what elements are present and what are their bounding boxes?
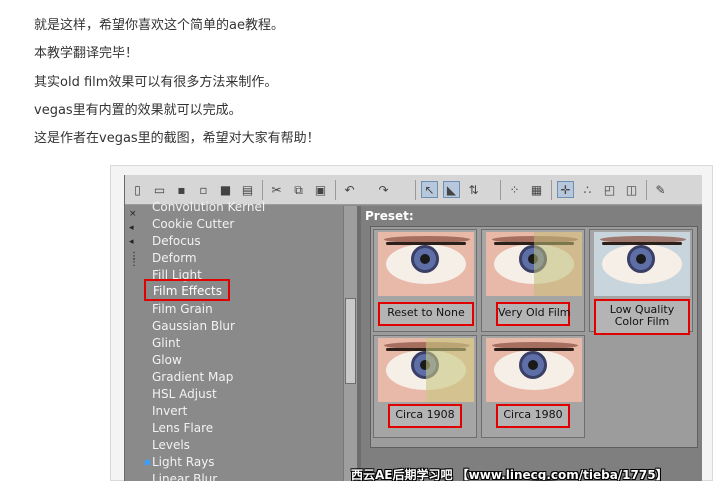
list-gutter: × ◂ ◂ ⋮ ⋮ xyxy=(125,206,142,481)
toolbar-separator xyxy=(415,180,416,200)
new-file-icon[interactable]: ▯ xyxy=(129,181,146,198)
auto-ripple-icon[interactable]: ✛ xyxy=(557,181,574,198)
bullet-icon xyxy=(145,460,150,465)
list-item[interactable]: Gaussian Blur xyxy=(152,319,235,334)
preset-panel: Preset: Reset to None Very Old Film Low … xyxy=(361,206,702,481)
article-line-5: 这是作者在vegas里的截图，希望对大家有帮助！ xyxy=(34,131,320,146)
preset-tile[interactable]: Circa 1908 xyxy=(373,335,477,438)
eye-thumbnail xyxy=(378,232,474,296)
preset-label: Preset: xyxy=(365,209,414,223)
undo-icon[interactable]: ↶ xyxy=(341,181,358,198)
eye-thumbnail xyxy=(486,232,582,296)
open-folder-icon[interactable]: ▭ xyxy=(151,181,168,198)
preset-label-box: Low Quality Color Film xyxy=(594,299,690,335)
preset-label-box: Very Old Film xyxy=(496,302,571,326)
pin-icon[interactable]: ◂ xyxy=(129,224,134,233)
preset-label-box: Circa 1980 xyxy=(496,404,570,428)
toolbar-separator xyxy=(335,180,336,200)
normal-edit-tool-icon[interactable]: ↖ xyxy=(421,181,438,198)
embedded-screenshot: ▯ ▭ ▪ ▫ ■ ▤ ✂ ⧉ ▣ ↶ ↷ ↖ ◣ ⇅ ⁘ ▦ ✛ ∴ ◰ ◫ xyxy=(110,165,713,481)
list-item[interactable]: Deform xyxy=(152,251,197,266)
article-line-3: 其实old film效果可以有很多方法来制作。 xyxy=(34,75,278,90)
cut-icon[interactable]: ✂ xyxy=(268,181,285,198)
article-line-4: vegas里有内置的效果就可以完成。 xyxy=(34,103,242,118)
effects-list-panel: × ◂ ◂ ⋮ ⋮ Convolution Kernel Cookie Cutte… xyxy=(125,200,357,481)
list-item[interactable]: Film Grain xyxy=(152,302,213,317)
preset-grid: Reset to None Very Old Film Low Quality … xyxy=(370,226,698,448)
toolbar-separator xyxy=(551,180,552,200)
snap-icon[interactable]: ⁘ xyxy=(506,181,523,198)
toolbar-separator xyxy=(262,180,263,200)
watermark: 西云AE后期学习吧 【www.linecg.com/tieba/1775】 xyxy=(351,468,668,481)
list-item[interactable]: Light Rays xyxy=(145,455,215,470)
enable-snapping-icon[interactable]: ∴ xyxy=(579,181,596,198)
redo-icon[interactable]: ↷ xyxy=(375,181,392,198)
eye-thumbnail xyxy=(486,338,582,402)
list-item[interactable]: Linear Blur xyxy=(152,472,217,481)
grip-icon[interactable]: ⋮ ⋮ xyxy=(129,252,139,268)
close-icon[interactable]: × xyxy=(129,210,137,219)
list-item[interactable]: Cookie Cutter xyxy=(152,217,234,232)
article-line-1: 就是这样，希望你喜欢这个简单的ae教程。 xyxy=(34,18,284,33)
expand-icon[interactable]: ◂ xyxy=(129,238,134,247)
render-icon[interactable]: ■ xyxy=(217,181,234,198)
list-item-selected[interactable]: Film Effects xyxy=(144,279,230,301)
preset-label-box: Circa 1908 xyxy=(388,404,462,428)
list-item[interactable]: Defocus xyxy=(152,234,201,249)
preset-tile[interactable]: Low Quality Color Film xyxy=(589,229,693,335)
vegas-window: ▯ ▭ ▪ ▫ ■ ▤ ✂ ⧉ ▣ ↶ ↷ ↖ ◣ ⇅ ⁘ ▦ ✛ ∴ ◰ ◫ xyxy=(124,175,702,481)
list-scrollbar[interactable] xyxy=(343,206,357,481)
list-item[interactable]: Convolution Kernel xyxy=(152,200,265,215)
article-line-2: 本教学翻译完毕！ xyxy=(34,46,139,61)
list-item[interactable]: Glint xyxy=(152,336,180,351)
crop-icon[interactable]: ◫ xyxy=(623,181,640,198)
toolbar-separator xyxy=(500,180,501,200)
lock-icon[interactable]: ◰ xyxy=(601,181,618,198)
preset-tile[interactable]: Very Old Film xyxy=(481,229,585,332)
save-icon[interactable]: ▪ xyxy=(173,181,190,198)
marker-icon[interactable]: ▦ xyxy=(528,181,545,198)
list-item[interactable]: Levels xyxy=(152,438,190,453)
list-item[interactable]: Invert xyxy=(152,404,187,419)
preset-label-box: Reset to None xyxy=(378,302,474,326)
toolbar-separator xyxy=(646,180,647,200)
preset-tile[interactable]: Circa 1980 xyxy=(481,335,585,438)
copy-icon[interactable]: ⧉ xyxy=(290,181,307,198)
list-item[interactable]: Glow xyxy=(152,353,182,368)
properties-icon[interactable]: ▤ xyxy=(239,181,256,198)
list-item[interactable]: Gradient Map xyxy=(152,370,233,385)
paste-icon[interactable]: ▣ xyxy=(312,181,329,198)
list-item-label: Light Rays xyxy=(152,455,215,469)
list-item[interactable]: Lens Flare xyxy=(152,421,213,436)
list-item[interactable]: HSL Adjust xyxy=(152,387,217,402)
eye-thumbnail xyxy=(594,232,690,296)
save-as-icon[interactable]: ▫ xyxy=(195,181,212,198)
eye-thumbnail xyxy=(378,338,474,402)
preset-tile[interactable]: Reset to None xyxy=(373,229,477,332)
selection-tool-icon[interactable]: ⇅ xyxy=(465,181,482,198)
scrollbar-thumb[interactable] xyxy=(345,298,356,384)
envelope-tool-icon[interactable]: ◣ xyxy=(443,181,460,198)
brush-icon[interactable]: ✎ xyxy=(652,181,669,198)
